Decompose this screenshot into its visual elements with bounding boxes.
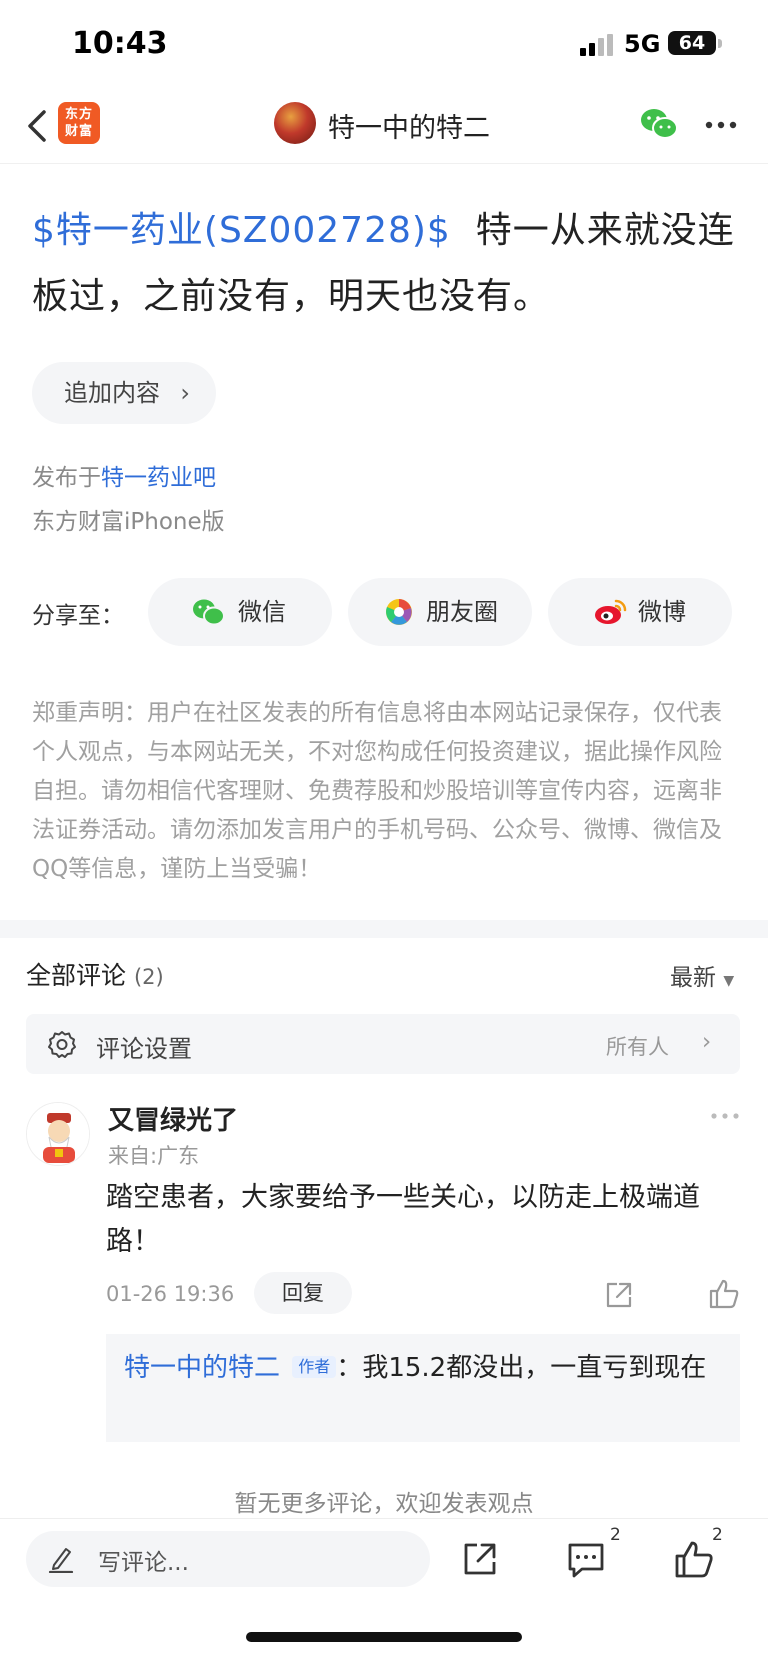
- share-icon[interactable]: [460, 1539, 500, 1579]
- reply-button[interactable]: 回复: [254, 1272, 352, 1314]
- share-moments-button[interactable]: 朋友圈: [348, 578, 532, 646]
- share-moments-label: 朋友圈: [426, 598, 498, 626]
- reply-author[interactable]: 特一中的特二: [124, 1353, 280, 1383]
- reply-box[interactable]: 特一中的特二 作者 ：我15.2都没出，一直亏到现在: [106, 1334, 740, 1442]
- battery-icon: 64: [668, 31, 716, 55]
- comment-count-badge: 2: [610, 1525, 621, 1545]
- logo-line-1: 东方: [64, 107, 93, 122]
- commenter-location: 来自:广东: [108, 1144, 200, 1168]
- client-source: 东方财富iPhone版: [32, 509, 225, 535]
- comments-title: 全部评论 (2): [26, 956, 164, 992]
- append-content-button[interactable]: 追加内容 ›: [32, 362, 216, 424]
- status-time: 10:43: [72, 26, 168, 61]
- nav-title[interactable]: 特一中的特二: [328, 106, 490, 145]
- logo-line-2: 财富: [64, 124, 93, 139]
- reply-text: 我15.2都没出，一直亏到现在: [362, 1353, 707, 1383]
- chevron-right-icon: ›: [702, 1029, 712, 1055]
- comment-settings-row[interactable]: 评论设置 所有人 ›: [26, 1014, 740, 1074]
- comment-time: 01-26 19:36: [106, 1282, 235, 1306]
- published-line: 发布于特一药业吧: [32, 458, 216, 492]
- comment-settings-label: 评论设置: [96, 1035, 192, 1063]
- wechat-icon: [193, 599, 225, 626]
- thumbs-up-icon[interactable]: [708, 1278, 740, 1310]
- share-label: 分享至：: [32, 603, 124, 629]
- thumbs-up-icon[interactable]: [674, 1539, 714, 1579]
- sort-dropdown[interactable]: 最新 ▼: [670, 958, 734, 992]
- caret-down-icon: ▼: [723, 973, 735, 989]
- wechat-icon[interactable]: [640, 108, 678, 140]
- back-arrow-icon[interactable]: [22, 106, 52, 146]
- comment-more-icon[interactable]: [710, 1112, 740, 1120]
- status-bar: 10:43 5G 64: [0, 0, 768, 88]
- home-indicator: [246, 1632, 522, 1642]
- append-content-label: 追加内容: [64, 379, 160, 407]
- comments-count: (2): [133, 965, 164, 989]
- author-avatar[interactable]: [274, 102, 316, 144]
- reply-separator: ：: [336, 1353, 363, 1383]
- author-badge: 作者: [292, 1356, 337, 1378]
- sort-label: 最新: [670, 965, 716, 991]
- board-link[interactable]: 特一药业吧: [101, 465, 216, 491]
- share-icon[interactable]: [604, 1280, 634, 1310]
- section-divider: [0, 920, 768, 938]
- more-icon[interactable]: [704, 120, 738, 130]
- like-count-badge: 2: [712, 1525, 723, 1545]
- no-more-comments: 暂无更多评论，欢迎发表观点: [234, 1491, 534, 1517]
- comment-icon[interactable]: [566, 1539, 606, 1579]
- comment-input-placeholder: 写评论...: [98, 1550, 189, 1576]
- comment-input[interactable]: 写评论...: [26, 1531, 430, 1587]
- moments-icon: [386, 599, 412, 625]
- fortune-god-avatar-icon: [27, 1103, 89, 1165]
- gear-icon: [48, 1031, 76, 1058]
- app-logo[interactable]: 东方 财富: [58, 102, 100, 144]
- nav-bar: 东方 财富 特一中的特二: [0, 88, 768, 164]
- network-type: 5G: [624, 30, 661, 58]
- commenter-name[interactable]: 又冒绿光了: [108, 1100, 238, 1137]
- battery-nub: [718, 39, 722, 48]
- comments-title-label: 全部评论: [26, 961, 127, 990]
- share-weibo-label: 微博: [638, 598, 686, 626]
- pencil-icon: [48, 1548, 74, 1573]
- share-wechat-button[interactable]: 微信: [148, 578, 332, 646]
- published-prefix: 发布于: [32, 465, 101, 491]
- disclaimer-text: 郑重声明：用户在社区发表的所有信息将由本网站记录保存，仅代表个人观点，与本网站无…: [32, 700, 722, 882]
- chevron-right-icon: ›: [180, 379, 190, 407]
- comment-settings-value: 所有人: [606, 1035, 669, 1059]
- post-body: $特一药业(SZ002728)$ 特一从来就没连板过，之前没有，明天也没有。: [32, 198, 736, 330]
- comment-text: 踏空患者，大家要给予一些关心，以防走上极端道路！: [106, 1182, 700, 1257]
- signal-icon: [580, 34, 613, 56]
- commenter-avatar[interactable]: [26, 1102, 90, 1166]
- share-wechat-label: 微信: [238, 598, 286, 626]
- stock-tag-link[interactable]: $特一药业(SZ002728)$: [32, 210, 451, 251]
- share-weibo-button[interactable]: 微博: [548, 578, 732, 646]
- weibo-icon: [595, 599, 627, 624]
